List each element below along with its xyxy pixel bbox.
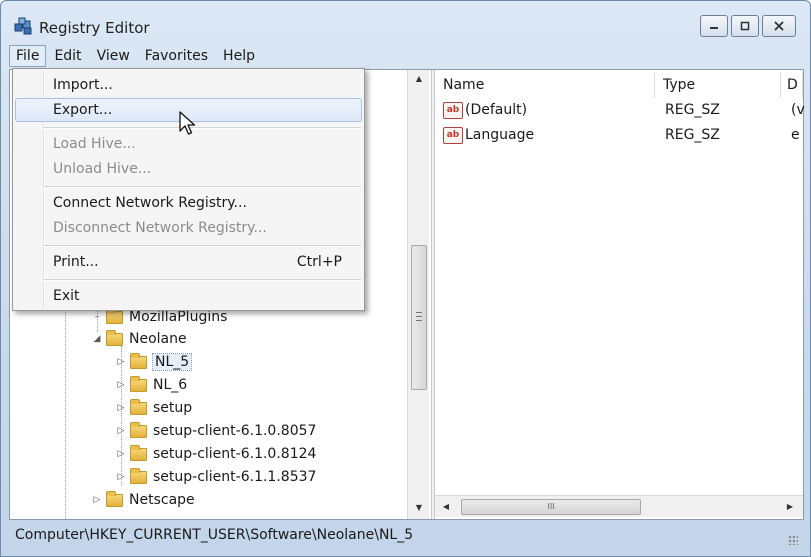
maximize-icon <box>740 21 750 31</box>
folder-icon <box>130 375 147 392</box>
tree-item-label: Netscape <box>129 492 195 508</box>
status-bar: Computer\HKEY_CURRENT_USER\Software\Neol… <box>9 523 804 549</box>
values-horizontal-scrollbar[interactable]: ◀ III ▶ <box>435 495 803 517</box>
tree-item[interactable]: ▷ NL_5 <box>114 351 193 373</box>
value-row[interactable]: ab Language REG_SZ e <box>441 125 801 149</box>
column-header-type[interactable]: Type <box>655 72 781 98</box>
menu-separator <box>43 245 361 247</box>
tree-item[interactable]: ◢ Neolane <box>90 328 187 350</box>
menu-edit[interactable]: Edit <box>47 45 88 67</box>
value-data: e <box>791 127 800 143</box>
value-type: REG_SZ <box>665 102 720 118</box>
collapsed-arrow-icon[interactable]: ▷ <box>114 426 128 436</box>
close-button[interactable] <box>762 15 796 37</box>
collapsed-arrow-icon[interactable]: ▷ <box>114 472 128 482</box>
menu-separator <box>43 186 361 188</box>
scrollbar-thumb[interactable] <box>411 245 427 390</box>
tree-item[interactable]: ▷ setup <box>114 397 192 419</box>
value-data: (v <box>791 102 805 118</box>
expanded-arrow-icon[interactable]: ◢ <box>90 334 104 344</box>
menu-view[interactable]: View <box>90 45 137 67</box>
tree-item-label: MozillaPlugins <box>129 309 228 325</box>
scroll-right-arrow-icon[interactable]: ▶ <box>781 499 799 515</box>
tree-item-label: NL_6 <box>153 377 188 393</box>
menu-item-label: Print... <box>53 254 99 270</box>
menu-bar: File Edit View Favorites Help <box>9 44 804 68</box>
maximize-button[interactable] <box>731 15 759 37</box>
column-header-name[interactable]: Name <box>435 72 655 98</box>
close-icon <box>774 21 784 31</box>
folder-icon <box>130 467 147 484</box>
tree-connector: – <box>94 312 100 322</box>
scroll-down-arrow-icon[interactable]: ▼ <box>408 499 430 517</box>
values-pane[interactable]: Name Type D ab (Default) REG_SZ (v ab La… <box>435 70 805 519</box>
menu-item-print[interactable]: Print... Ctrl+P <box>15 250 362 274</box>
tree-item-label: setup-client-6.1.0.8124 <box>153 446 317 462</box>
file-menu-dropdown: Import... Export... Load Hive... Unload … <box>12 68 365 311</box>
menu-item-unload-hive[interactable]: Unload Hive... <box>15 157 362 181</box>
column-header-data[interactable]: D <box>781 72 803 98</box>
status-path: Computer\HKEY_CURRENT_USER\Software\Neol… <box>15 527 414 543</box>
string-value-icon: ab <box>443 127 463 144</box>
string-value-icon: ab <box>443 102 463 119</box>
window-title: Registry Editor <box>39 19 150 37</box>
menu-separator <box>43 127 361 129</box>
tree-item[interactable]: ▷ setup-client-6.1.1.8537 <box>114 466 316 488</box>
registry-editor-icon <box>14 17 32 35</box>
folder-icon <box>106 307 123 324</box>
grip-icon <box>416 312 422 321</box>
tree-item[interactable]: ▷ Netscape <box>90 489 195 511</box>
tree-item-label: NL_5 <box>151 353 193 371</box>
tree-vertical-scrollbar[interactable]: ▲ ▼ <box>407 70 429 519</box>
scrollbar-thumb[interactable]: III <box>461 499 641 515</box>
folder-icon <box>130 421 147 438</box>
menu-help[interactable]: Help <box>216 45 262 67</box>
mouse-pointer-icon <box>179 111 196 135</box>
folder-icon <box>106 329 123 346</box>
tree-item-label: setup <box>153 400 193 416</box>
menu-item-import[interactable]: Import... <box>15 73 362 97</box>
minimize-button[interactable] <box>700 15 728 37</box>
tree-item[interactable]: ▷ setup-client-6.1.0.8124 <box>114 443 316 465</box>
collapsed-arrow-icon[interactable]: ▷ <box>114 449 128 459</box>
menu-favorites[interactable]: Favorites <box>138 45 215 67</box>
collapsed-arrow-icon[interactable]: ▷ <box>114 403 128 413</box>
folder-icon <box>130 352 147 369</box>
menu-separator <box>43 279 361 281</box>
tree-item[interactable]: ▷ setup-client-6.1.0.8057 <box>114 420 316 442</box>
collapsed-arrow-icon[interactable]: ▷ <box>114 380 128 390</box>
minimize-icon <box>710 27 718 29</box>
menu-item-exit[interactable]: Exit <box>15 284 362 308</box>
value-name: Language <box>465 127 535 143</box>
menu-item-connect-network-registry[interactable]: Connect Network Registry... <box>15 191 362 215</box>
title-bar[interactable]: Registry Editor <box>1 1 810 41</box>
resize-grip-icon[interactable] <box>788 535 798 545</box>
value-name: (Default) <box>465 102 528 118</box>
folder-icon <box>106 490 123 507</box>
tree-item-label: setup-client-6.1.1.8537 <box>153 469 317 485</box>
menu-item-shortcut: Ctrl+P <box>296 254 342 270</box>
scroll-left-arrow-icon[interactable]: ◀ <box>437 499 455 515</box>
menu-item-disconnect-network-registry[interactable]: Disconnect Network Registry... <box>15 216 362 240</box>
collapsed-arrow-icon[interactable]: ▷ <box>114 357 128 367</box>
window-controls <box>697 15 796 37</box>
collapsed-arrow-icon[interactable]: ▷ <box>90 495 104 505</box>
value-row[interactable]: ab (Default) REG_SZ (v <box>441 100 805 124</box>
menu-file[interactable]: File <box>9 45 47 67</box>
scroll-up-arrow-icon[interactable]: ▲ <box>408 70 430 88</box>
folder-icon <box>130 398 147 415</box>
registry-editor-window: Registry Editor File Edit View Favorites… <box>0 0 811 557</box>
tree-item[interactable]: ▷ NL_6 <box>114 374 187 396</box>
folder-icon <box>130 444 147 461</box>
tree-item-label: Neolane <box>129 331 187 347</box>
tree-item-label: setup-client-6.1.0.8057 <box>153 423 317 439</box>
value-type: REG_SZ <box>665 127 720 143</box>
